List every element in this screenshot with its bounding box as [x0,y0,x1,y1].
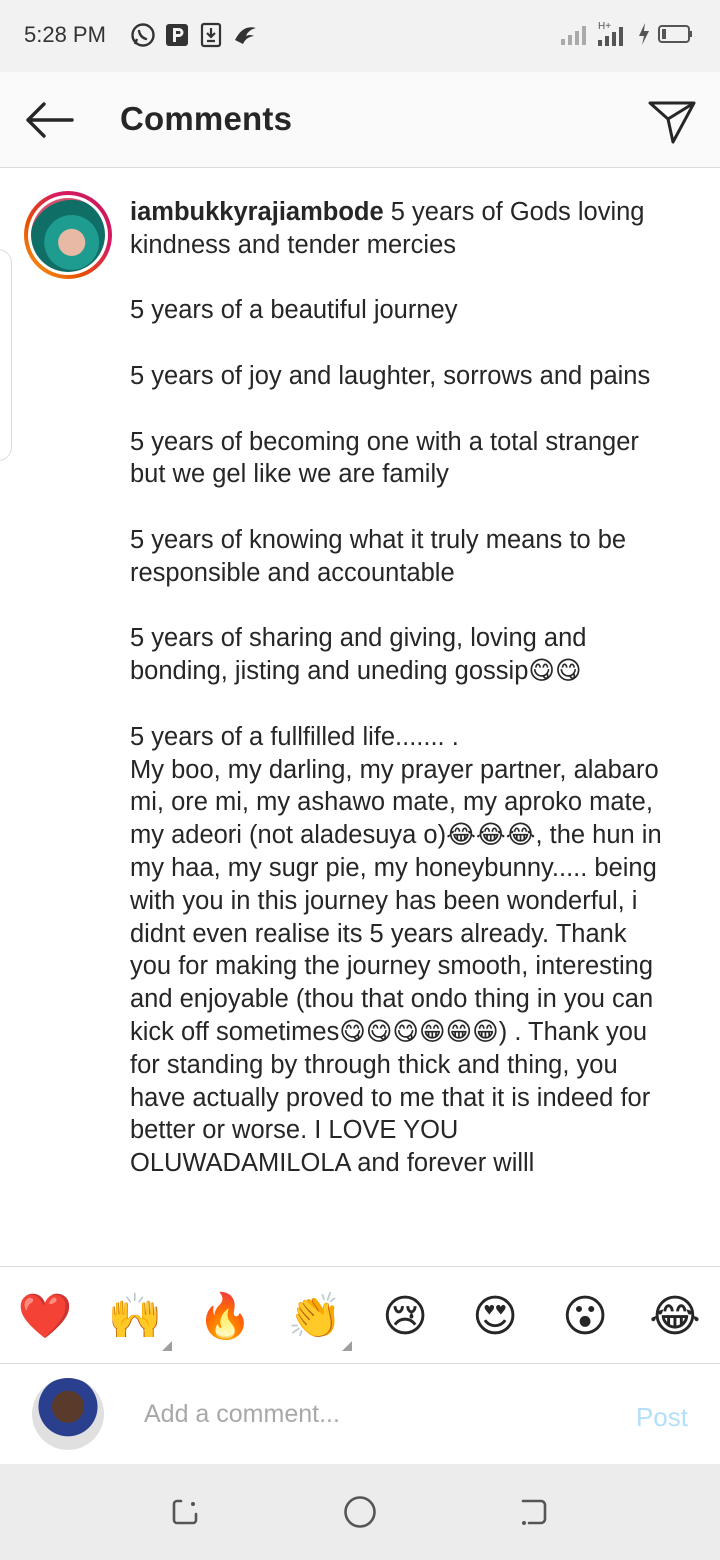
author-avatar-image [31,198,105,272]
comment-composer: Post [0,1364,720,1464]
fire-emoji-button[interactable]: 🔥 [197,1289,253,1345]
clapping-emoji-button[interactable]: 👏 [287,1289,343,1345]
raising-hands-emoji-button[interactable]: 🙌 [107,1289,163,1345]
caption-paragraph: 5 years of joy and laughter, sorrows and… [130,361,651,390]
quick-emoji-bar: ❤️ 🙌 🔥 👏 😢 😍 😮 😂 [0,1266,720,1364]
charging-icon [639,23,649,45]
page-title: Comments [120,100,293,137]
side-edge-handle[interactable] [0,249,12,461]
author-username[interactable]: iambukkyrajiambode [130,198,384,226]
home-icon [344,1496,376,1528]
signal-hplus-icon: H+ [598,21,623,46]
post-button[interactable]: Post [636,1402,688,1433]
recents-icon [172,1499,198,1525]
download-icon [200,22,222,48]
status-notification-icons [130,22,258,48]
comment-input[interactable] [144,1394,584,1434]
heart-eyes-emoji-button[interactable]: 😍 [467,1289,523,1345]
back-nav-button[interactable] [514,1492,554,1532]
post-caption: iambukkyrajiambode 5 years of Gods lovin… [0,169,720,1266]
author-avatar[interactable] [24,191,112,279]
caption-paragraph: 5 years of becoming one with a total str… [130,427,639,489]
caption-paragraph: 5 years of a fullfilled life....... . My… [130,722,662,1178]
caption-paragraph: 5 years of a beautiful journey [130,296,458,325]
home-button[interactable] [340,1492,380,1532]
back-nav-icon [521,1499,547,1525]
skin-tone-indicator-icon [342,1341,352,1351]
wing-icon [235,27,256,44]
battery-icon [658,25,692,43]
surprised-emoji-button[interactable]: 😮 [557,1289,613,1345]
status-time: 5:28 PM [24,22,106,47]
back-button[interactable] [18,94,78,146]
network-type-label: H+ [598,21,611,32]
caption-paragraph: 5 years of sharing and giving, loving an… [130,624,587,686]
caption-text: iambukkyrajiambode 5 years of Gods lovin… [130,196,670,1213]
caption-paragraph: 5 years of knowing what it truly means t… [130,525,627,587]
send-icon [648,101,696,144]
status-bar: 5:28 PM H+ [0,0,720,72]
skin-tone-indicator-icon [162,1341,172,1351]
recents-button[interactable] [166,1492,206,1532]
p-icon [166,24,188,46]
caption-paragraph: iambukkyrajiambode 5 years of Gods lovin… [130,196,670,262]
laughing-emoji-button[interactable]: 😂 [647,1289,703,1345]
back-arrow-icon [26,102,74,138]
status-system-icons: H+ [560,20,694,48]
crying-emoji-button[interactable]: 😢 [377,1289,433,1345]
current-user-avatar [32,1378,104,1450]
share-button[interactable] [644,94,700,150]
comments-header: Comments [0,72,720,168]
signal-icon [561,26,586,45]
heart-emoji-button[interactable]: ❤️ [17,1289,73,1345]
whatsapp-icon [131,23,155,47]
system-navigation-bar [0,1464,720,1560]
